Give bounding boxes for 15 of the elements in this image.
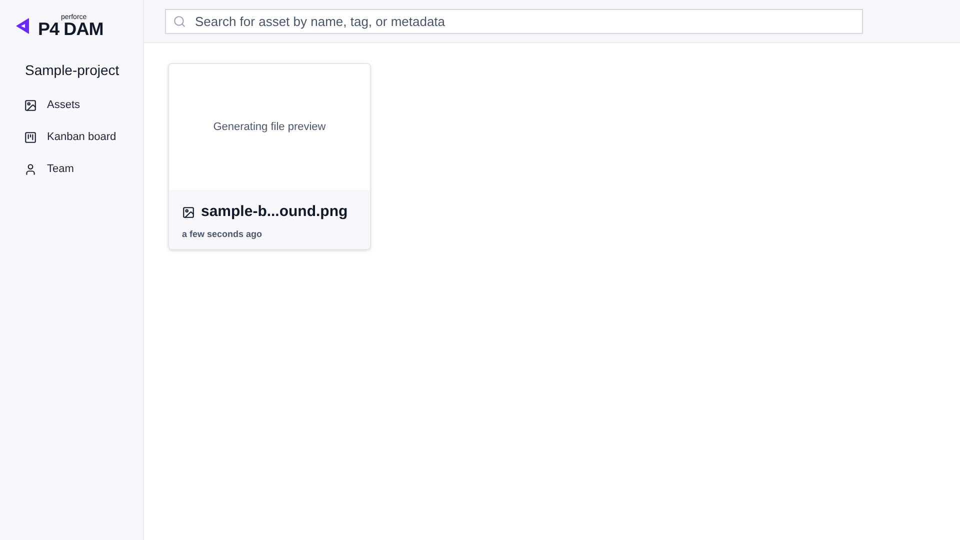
sidebar-item[interactable]: Assets bbox=[0, 89, 143, 121]
image-icon bbox=[24, 98, 37, 112]
search-icon bbox=[173, 14, 186, 28]
asset-time: a few seconds ago bbox=[182, 228, 264, 241]
kanban-icon bbox=[24, 130, 37, 144]
sidebar-item[interactable]: Kanban board bbox=[0, 121, 143, 153]
product-name: P4 DAM bbox=[38, 20, 104, 38]
sidebar-item[interactable]: Team bbox=[0, 153, 143, 185]
asset-name: sample-b...ound.png bbox=[201, 202, 348, 222]
asset-card[interactable]: Generating file preview sample-b...ound.png a few seconds ago bbox=[168, 63, 371, 250]
project-title: Sample-project bbox=[24, 61, 120, 80]
user-icon bbox=[24, 162, 37, 176]
preview-status: Generating file preview bbox=[213, 120, 326, 135]
search-field[interactable]: Search for asset by name, tag, or metadata bbox=[165, 8, 863, 34]
image-icon bbox=[182, 206, 195, 219]
